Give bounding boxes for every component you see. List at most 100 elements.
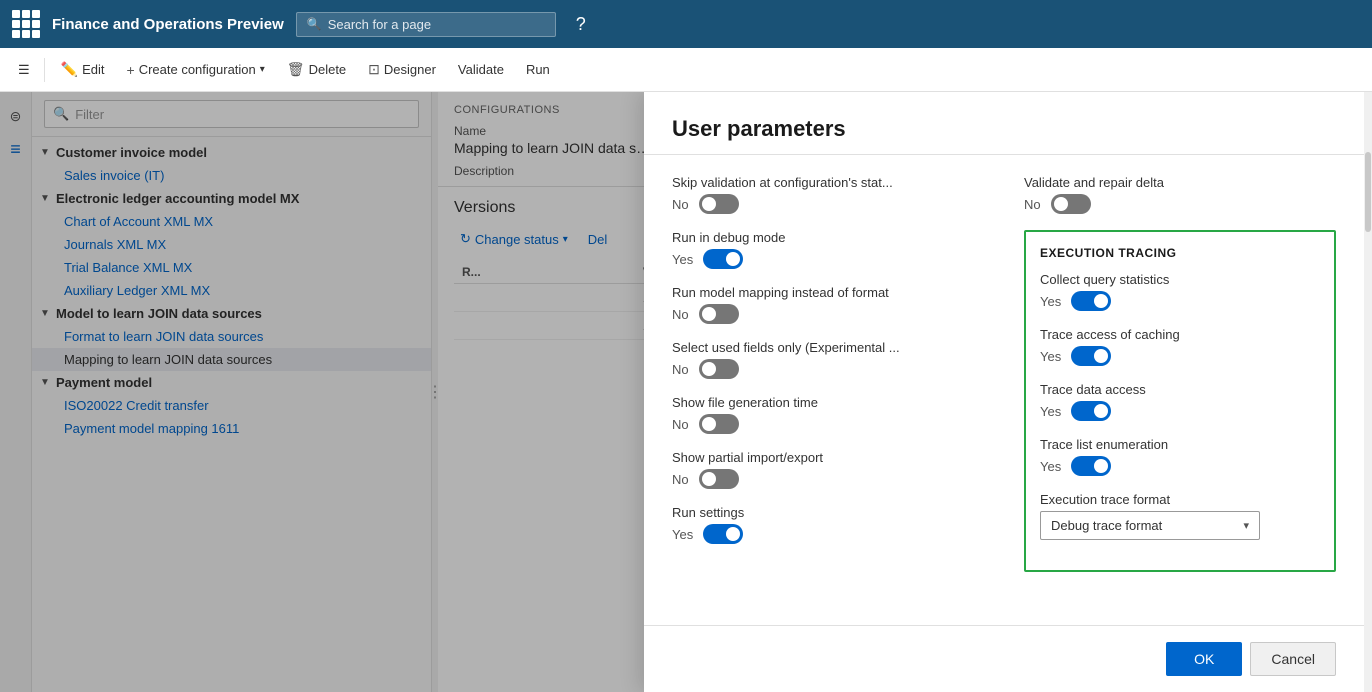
show-partial-import-toggle[interactable]: [699, 469, 739, 489]
run-button[interactable]: Run: [516, 56, 560, 83]
param-trace-list-label: Trace list enumeration: [1040, 437, 1320, 452]
toggle-thumb: [702, 472, 716, 486]
sidebar-toggle-button[interactable]: ☰: [10, 56, 38, 84]
modal-left-column: Skip validation at configuration's stat.…: [672, 175, 984, 605]
param-validate-repair-toggle-row: No: [1024, 194, 1336, 214]
toggle-thumb: [726, 527, 740, 541]
param-trace-data-toggle-row: Yes: [1040, 401, 1320, 421]
run-settings-toggle[interactable]: [703, 524, 743, 544]
param-trace-list-toggle-row: Yes: [1040, 456, 1320, 476]
run-debug-mode-toggle[interactable]: [703, 249, 743, 269]
user-parameters-modal: User parameters Skip validation at confi…: [644, 92, 1364, 692]
toggle-thumb: [702, 197, 716, 211]
modal-overlay: User parameters Skip validation at confi…: [0, 92, 1372, 692]
param-run-debug-mode: Run in debug mode Yes: [672, 230, 984, 269]
param-trace-access-caching: Trace access of caching Yes: [1040, 327, 1320, 366]
param-skip-validation: Skip validation at configuration's stat.…: [672, 175, 984, 214]
param-run-model-toggle-row: No: [672, 304, 984, 324]
dropdown-chevron-icon: ▾: [1243, 519, 1249, 532]
edit-button[interactable]: ✏️ Edit: [51, 55, 115, 84]
param-show-partial-toggle-row: No: [672, 469, 984, 489]
modal-scrollbar[interactable]: [1364, 92, 1372, 692]
edit-icon: ✏️: [61, 61, 78, 78]
param-show-partial-value: No: [672, 472, 689, 487]
param-run-model-label: Run model mapping instead of format: [672, 285, 984, 300]
param-select-used-label: Select used fields only (Experimental ..…: [672, 340, 984, 355]
param-select-used-toggle-row: No: [672, 359, 984, 379]
help-icon[interactable]: ?: [568, 10, 594, 39]
modal-header: User parameters: [644, 92, 1364, 155]
param-trace-data-value: Yes: [1040, 404, 1061, 419]
param-trace-access-label: Trace access of caching: [1040, 327, 1320, 342]
create-configuration-button[interactable]: + Create configuration ▾: [117, 56, 275, 84]
search-icon: 🔍: [307, 17, 322, 31]
param-trace-access-toggle-row: Yes: [1040, 346, 1320, 366]
toggle-thumb: [1094, 459, 1108, 473]
toggle-thumb: [1054, 197, 1068, 211]
param-run-settings: Run settings Yes: [672, 505, 984, 544]
param-skip-validation-label: Skip validation at configuration's stat.…: [672, 175, 984, 190]
select-used-fields-toggle[interactable]: [699, 359, 739, 379]
trace-access-caching-toggle[interactable]: [1071, 346, 1111, 366]
param-exec-trace-format-label: Execution trace format: [1040, 492, 1320, 507]
param-validate-repair-value: No: [1024, 197, 1041, 212]
param-select-used-value: No: [672, 362, 689, 377]
modal-right-column: Validate and repair delta No EXECUTION T…: [1024, 175, 1336, 605]
param-run-debug-value: Yes: [672, 252, 693, 267]
param-run-debug-toggle-row: Yes: [672, 249, 984, 269]
param-trace-list-value: Yes: [1040, 459, 1061, 474]
execution-trace-format-dropdown[interactable]: Debug trace format ▾: [1040, 511, 1260, 540]
app-title: Finance and Operations Preview: [52, 16, 284, 33]
validate-label: Validate: [458, 62, 504, 77]
top-nav: Finance and Operations Preview 🔍 Search …: [0, 0, 1372, 48]
create-label: Create configuration: [139, 62, 256, 77]
search-placeholder: Search for a page: [328, 17, 431, 32]
param-show-file-gen-time: Show file generation time No: [672, 395, 984, 434]
cancel-button[interactable]: Cancel: [1250, 642, 1336, 676]
param-run-model-mapping: Run model mapping instead of format No: [672, 285, 984, 324]
edit-label: Edit: [82, 62, 104, 77]
create-chevron-icon: ▾: [260, 64, 265, 75]
modal-footer: OK Cancel: [644, 625, 1364, 692]
hamburger-icon: ☰: [18, 62, 30, 78]
app-grid-icon[interactable]: [12, 10, 40, 38]
validate-button[interactable]: Validate: [448, 56, 514, 83]
param-skip-validation-value: No: [672, 197, 689, 212]
param-run-debug-label: Run in debug mode: [672, 230, 984, 245]
delete-button[interactable]: 🗑 Delete: [277, 55, 356, 84]
param-run-model-value: No: [672, 307, 689, 322]
run-label: Run: [526, 62, 550, 77]
param-show-partial-label: Show partial import/export: [672, 450, 984, 465]
modal-body: Skip validation at configuration's stat.…: [644, 155, 1364, 625]
trace-data-access-toggle[interactable]: [1071, 401, 1111, 421]
param-show-file-gen-toggle-row: No: [672, 414, 984, 434]
param-collect-query-toggle-row: Yes: [1040, 291, 1320, 311]
toggle-thumb: [702, 307, 716, 321]
param-collect-query-stats: Collect query statistics Yes: [1040, 272, 1320, 311]
validate-repair-toggle[interactable]: [1051, 194, 1091, 214]
param-trace-access-value: Yes: [1040, 349, 1061, 364]
toggle-thumb: [702, 362, 716, 376]
param-trace-list-enum: Trace list enumeration Yes: [1040, 437, 1320, 476]
designer-button[interactable]: ⊡ Designer: [358, 55, 446, 84]
param-run-settings-toggle-row: Yes: [672, 524, 984, 544]
trace-list-enum-toggle[interactable]: [1071, 456, 1111, 476]
collect-query-stats-toggle[interactable]: [1071, 291, 1111, 311]
delete-icon: 🗑: [287, 61, 305, 78]
param-execution-trace-format: Execution trace format Debug trace forma…: [1040, 492, 1320, 540]
ok-button[interactable]: OK: [1166, 642, 1242, 676]
param-collect-query-label: Collect query statistics: [1040, 272, 1320, 287]
skip-validation-toggle[interactable]: [699, 194, 739, 214]
main-layout: ⊜ ≡ 🔍 Filter ▼ Customer invoice model Sa…: [0, 92, 1372, 692]
modal-title: User parameters: [672, 116, 1336, 142]
toolbar: ☰ ✏️ Edit + Create configuration ▾ 🗑 Del…: [0, 48, 1372, 92]
toggle-thumb: [726, 252, 740, 266]
param-validate-repair-label: Validate and repair delta: [1024, 175, 1336, 190]
show-file-gen-toggle[interactable]: [699, 414, 739, 434]
run-model-mapping-toggle[interactable]: [699, 304, 739, 324]
param-select-used-fields: Select used fields only (Experimental ..…: [672, 340, 984, 379]
param-run-settings-label: Run settings: [672, 505, 984, 520]
toggle-thumb: [1094, 404, 1108, 418]
param-validate-repair-delta: Validate and repair delta No: [1024, 175, 1336, 214]
search-bar[interactable]: 🔍 Search for a page: [296, 12, 556, 37]
